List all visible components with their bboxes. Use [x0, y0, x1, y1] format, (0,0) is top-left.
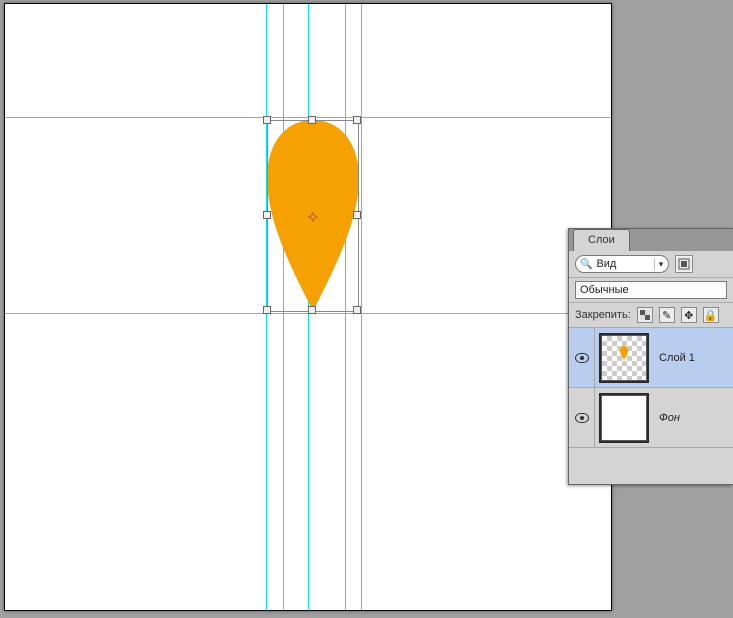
layers-panel: Слои 🔍 Вид ▾ Обычные Закрепить: ✎	[568, 228, 733, 485]
thumbnail-shape-icon	[620, 346, 628, 360]
layer-visibility-toggle[interactable]	[569, 388, 595, 447]
lock-pixels-button[interactable]	[637, 307, 653, 323]
transform-anchor-icon[interactable]	[308, 212, 318, 222]
transform-handle-se[interactable]	[353, 306, 361, 314]
transparency-icon	[640, 310, 650, 320]
filter-icon	[678, 258, 690, 270]
layer-row[interactable]: Фон	[569, 388, 733, 448]
chevron-updown-icon: ▾	[654, 259, 664, 270]
brush-icon: ✎	[662, 309, 671, 322]
layers-list: Слой 1 Фон	[569, 328, 733, 484]
lock-all-button[interactable]: 🔒	[703, 307, 719, 323]
blend-mode-value: Обычные	[580, 284, 629, 296]
layer-thumbnail-col	[595, 395, 653, 441]
move-icon: ✥	[684, 309, 693, 322]
lock-position-button[interactable]: ✥	[681, 307, 697, 323]
layer-thumbnail[interactable]	[601, 335, 647, 381]
eye-icon	[575, 353, 589, 363]
transform-bounding-box[interactable]	[267, 120, 359, 312]
layer-filter-label: Вид	[596, 258, 650, 270]
layers-filter-toolbar: 🔍 Вид ▾	[569, 251, 733, 278]
blend-mode-row: Обычные	[569, 278, 733, 303]
layer-filter-dropdown[interactable]: 🔍 Вид ▾	[575, 255, 669, 273]
layer-thumbnail-col	[595, 335, 653, 381]
lock-row: Закрепить: ✎ ✥ 🔒	[569, 303, 733, 328]
transform-handle-w[interactable]	[263, 211, 271, 219]
transform-handle-s[interactable]	[308, 306, 316, 314]
transform-handle-e[interactable]	[353, 211, 361, 219]
layer-visibility-toggle[interactable]	[569, 328, 595, 387]
filter-toggle-button[interactable]	[675, 255, 693, 273]
layer-row[interactable]: Слой 1	[569, 328, 733, 388]
blend-mode-dropdown[interactable]: Обычные	[575, 281, 727, 299]
layer-thumbnail[interactable]	[601, 395, 647, 441]
transform-handle-ne[interactable]	[353, 116, 361, 124]
vertical-guide[interactable]	[361, 4, 362, 610]
transform-handle-sw[interactable]	[263, 306, 271, 314]
transform-handle-n[interactable]	[308, 116, 316, 124]
transform-handle-nw[interactable]	[263, 116, 271, 124]
panel-tab-bar: Слои	[569, 229, 733, 251]
lock-icon: 🔒	[704, 309, 718, 322]
layer-name[interactable]: Слой 1	[653, 352, 733, 364]
lock-label: Закрепить:	[575, 309, 631, 321]
tab-layers[interactable]: Слои	[573, 229, 630, 251]
search-icon: 🔍	[580, 259, 592, 270]
eye-icon	[575, 413, 589, 423]
layer-name[interactable]: Фон	[653, 412, 733, 424]
lock-paint-button[interactable]: ✎	[659, 307, 675, 323]
canvas[interactable]	[4, 3, 612, 611]
